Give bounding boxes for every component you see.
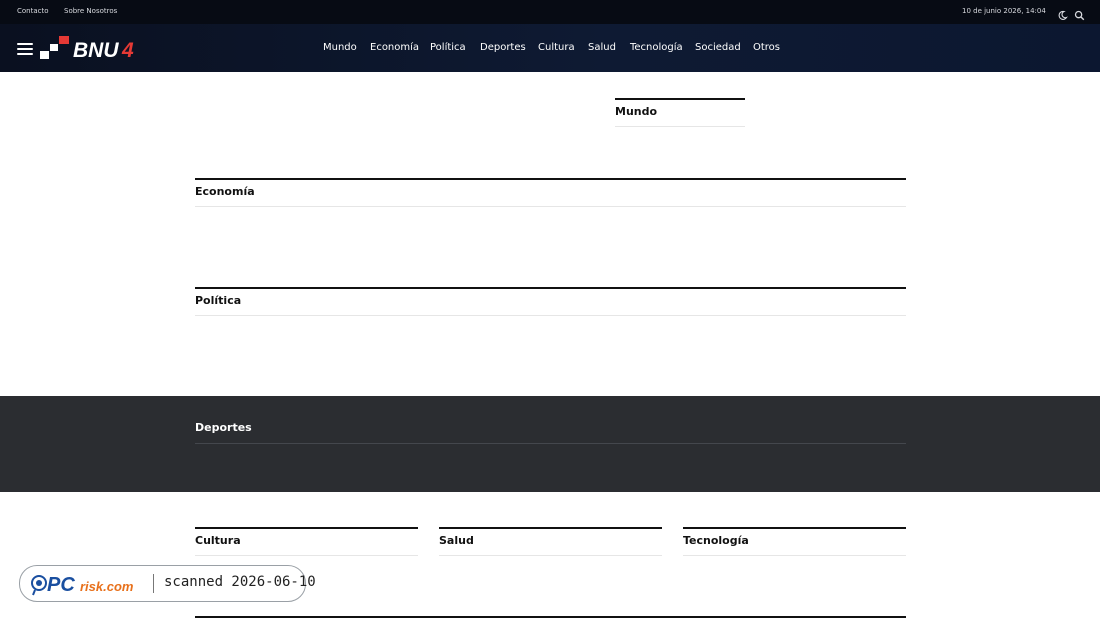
contact-link[interactable]: Contacto — [17, 7, 49, 15]
section-title-cultura[interactable]: Cultura — [195, 534, 241, 547]
scan-date-text: scanned 2026-06-10 — [164, 574, 316, 590]
main-header: BNU 4 Mundo Economía Política Deportes C… — [0, 24, 1100, 72]
moon-icon[interactable] — [1057, 6, 1068, 20]
nav-cultura[interactable]: Cultura — [538, 42, 575, 53]
section-title-economia[interactable]: Economía — [195, 185, 255, 198]
pcrisk-logo: PC risk.com — [31, 574, 134, 596]
section-salud: Salud — [439, 527, 662, 556]
section-tecnologia: Tecnología — [683, 527, 906, 556]
date-time: 10 de junio 2026, 14:04 — [962, 7, 1046, 15]
svg-text:risk.com: risk.com — [80, 579, 134, 594]
svg-text:4: 4 — [121, 39, 134, 60]
nav-salud[interactable]: Salud — [588, 42, 616, 53]
svg-text:PC: PC — [47, 574, 75, 596]
about-link[interactable]: Sobre Nosotros — [64, 7, 117, 15]
menu-icon[interactable] — [17, 43, 33, 55]
nav-otros[interactable]: Otros — [753, 42, 780, 53]
section-economia: Economía — [195, 178, 906, 207]
badge-separator — [153, 574, 154, 593]
site-logo[interactable]: BNU 4 — [40, 36, 140, 62]
section-mundo: Mundo — [615, 98, 745, 127]
nav-mundo[interactable]: Mundo — [323, 42, 357, 53]
top-bar: Contacto Sobre Nosotros 10 de junio 2026… — [0, 0, 1100, 24]
deportes-divider — [195, 443, 906, 444]
section-title-deportes[interactable]: Deportes — [195, 421, 252, 434]
bottom-section-rule — [195, 616, 906, 618]
nav-tecnologia[interactable]: Tecnología — [630, 42, 683, 53]
section-deportes — [0, 396, 1100, 492]
section-title-tecnologia[interactable]: Tecnología — [683, 534, 749, 547]
nav-economia[interactable]: Economía — [370, 42, 419, 53]
section-title-mundo[interactable]: Mundo — [615, 105, 657, 118]
section-title-politica[interactable]: Política — [195, 294, 241, 307]
section-title-salud[interactable]: Salud — [439, 534, 474, 547]
search-icon[interactable] — [1074, 6, 1085, 21]
nav-sociedad[interactable]: Sociedad — [695, 42, 741, 53]
svg-text:BNU: BNU — [73, 39, 119, 60]
section-cultura: Cultura — [195, 527, 418, 556]
nav-politica[interactable]: Política — [430, 42, 466, 53]
section-politica: Política — [195, 287, 906, 316]
scan-badge: PC risk.com scanned 2026-06-10 — [19, 565, 316, 602]
nav-deportes[interactable]: Deportes — [480, 42, 526, 53]
